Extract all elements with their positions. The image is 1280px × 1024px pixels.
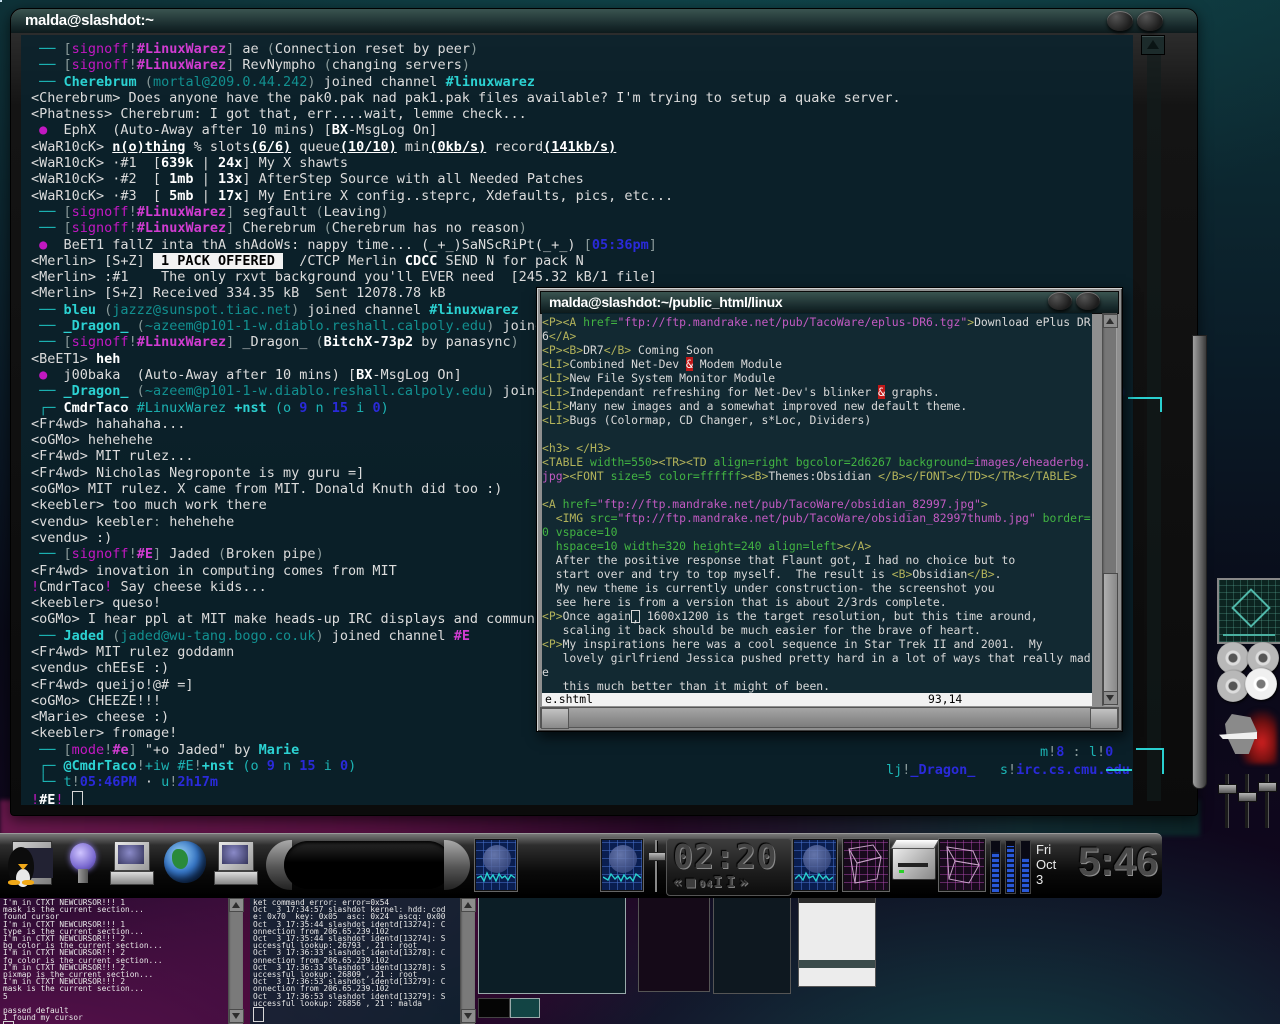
resize-grip-right[interactable] [1090, 708, 1118, 729]
editor-window-titlebar[interactable]: malda@slashdot:~/public_html/linux [540, 291, 1119, 314]
date-month: Oct [1036, 857, 1080, 872]
slider-knob[interactable] [1258, 782, 1277, 792]
disc-drive-icon[interactable] [892, 844, 936, 880]
slider-knob[interactable] [1218, 784, 1237, 794]
cd-player-dockapp[interactable]: 02:20 «■04II» [666, 838, 792, 896]
scroll-down-arrow[interactable] [229, 1009, 244, 1023]
window-iconify-button[interactable] [1107, 11, 1133, 31]
mini-icon-window[interactable] [478, 998, 510, 1018]
scroll-up-arrow[interactable] [461, 898, 476, 912]
date-display: Fri Oct 3 [1036, 842, 1080, 887]
editor-cursor-position: 93,14 [928, 693, 962, 706]
fast-forward-icon[interactable]: » [739, 873, 752, 891]
editor-window-title: malda@slashdot:~/public_html/linux [549, 294, 782, 310]
window-resize-bar[interactable] [540, 707, 1119, 728]
sound-scope-dockapp[interactable] [600, 838, 644, 892]
lightbulb-icon[interactable] [60, 839, 106, 891]
minimized-window-thumbnail-terminal[interactable] [638, 897, 710, 992]
date-day: 3 [1036, 872, 1080, 887]
level-meters-dockapp[interactable] [990, 840, 1034, 892]
clock-display: 5:46 [1078, 840, 1158, 885]
bracket-dash-decoration [1106, 769, 1132, 771]
scroll-down-arrow[interactable] [461, 1009, 476, 1023]
editor-statusbar: e.shtml 93,14 [542, 693, 1092, 706]
workstation-icon[interactable] [212, 839, 258, 891]
irc-status-server: lj!_Dragon_ s!irc.cs.cmu.edu [886, 762, 1130, 778]
mini-icon-window[interactable] [510, 998, 540, 1018]
knight-helmet-icon[interactable] [1217, 706, 1279, 768]
minimized-window-thumbnail-irc[interactable] [478, 897, 626, 994]
resize-grip-left[interactable] [541, 708, 569, 729]
editor-scrollbar[interactable] [1102, 313, 1117, 706]
slider-knob[interactable] [1238, 792, 1257, 802]
scroll-up-arrow[interactable] [1141, 35, 1165, 55]
side-handle-bar[interactable] [1192, 335, 1207, 789]
corner-bracket-decoration [1136, 748, 1164, 774]
thumbnail-toolbar [799, 960, 875, 968]
minimized-window-thumbnail-browser[interactable] [798, 897, 876, 987]
taskbar: 02:20 «■04II» Fri Oct 3 5:4 [0, 833, 1162, 898]
scroll-down-arrow[interactable] [1103, 691, 1118, 705]
player-track-number: 04 [699, 879, 713, 890]
scroll-up-arrow[interactable] [1103, 314, 1118, 328]
scrollbar-trough[interactable] [1147, 55, 1161, 801]
volume-slider[interactable] [648, 840, 664, 892]
corner-bracket-decoration [1128, 397, 1162, 412]
sound-scope-dockapp[interactable] [792, 838, 838, 892]
tux-window-icon[interactable] [6, 839, 52, 891]
stop-icon[interactable]: ■ [686, 873, 699, 891]
editor-terminal-window: malda@slashdot:~/public_html/linux <P><A… [536, 287, 1123, 732]
editor-filename: e.shtml [545, 693, 593, 706]
window-close-button[interactable] [1137, 11, 1163, 31]
editor-buffer[interactable]: <P><A href="ftp://ftp.mandrake.net/pub/T… [542, 313, 1092, 693]
tux-penguin-icon [8, 847, 34, 885]
mini-scrollbar[interactable] [460, 897, 475, 1024]
workstation-icon[interactable] [108, 839, 154, 891]
wireframe-model-dockapp[interactable] [842, 838, 890, 892]
pause-icon[interactable]: II [713, 873, 739, 891]
diamond-wireframe-icon [1231, 588, 1271, 628]
globe-icon[interactable] [160, 839, 206, 891]
scrollbar-thumb[interactable] [1103, 573, 1118, 697]
steprc-debug-log-terminal[interactable]: I'm in CTXT NEWCURSOR!!! 1mask is the cu… [0, 897, 228, 1024]
thumbnail-titlebar [799, 898, 875, 903]
window-iconify-button[interactable] [1048, 292, 1072, 310]
mini-scrollbar[interactable] [228, 897, 243, 1024]
window-close-button[interactable] [1076, 292, 1100, 310]
player-time-display: 02:20 [673, 837, 777, 876]
wireframe-model-dockapp[interactable] [938, 838, 986, 892]
irc-status-mode-counts: m!8 : l!0 [1040, 744, 1113, 760]
syslog-terminal[interactable]: ket command error: error=0x54Oct 3 17:34… [250, 897, 460, 1024]
scroll-up-arrow[interactable] [229, 898, 244, 912]
player-controls[interactable]: «■04II» [673, 873, 785, 891]
cd-stack-icon[interactable] [1217, 642, 1279, 704]
wireframe-scope-dockapp[interactable] [1217, 578, 1280, 644]
rewind-icon[interactable]: « [673, 873, 686, 891]
desktop: malda@slashdot:~ ── [signoff!#LinuxWarez… [0, 0, 1280, 1024]
taskbar-groove [266, 840, 470, 890]
date-weekday: Fri [1036, 842, 1080, 857]
irc-window-titlebar[interactable]: malda@slashdot:~ [11, 9, 1197, 33]
irc-window-title: malda@slashdot:~ [25, 12, 154, 29]
mixer-sliders-dockapp[interactable] [1217, 770, 1279, 832]
minimized-window-thumbnail-terminal[interactable] [713, 897, 791, 994]
sound-scope-dockapp[interactable] [474, 838, 518, 892]
